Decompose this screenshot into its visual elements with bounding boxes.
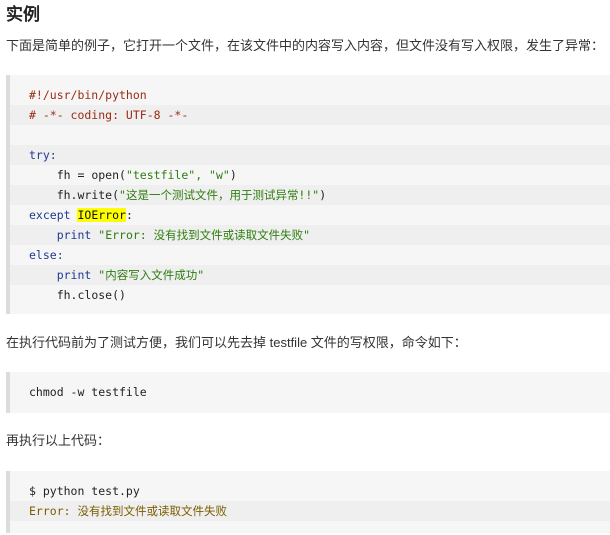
mid-paragraph: 在执行代码前为了测试方便，我们可以先去掉 testfile 文件的写权限，命令如… (6, 335, 467, 350)
code-block-python: #!/usr/bin/python # -*- coding: UTF-8 -*… (6, 75, 610, 314)
code-line-run: $ python test.py (29, 481, 610, 501)
try-keyword: try: (29, 148, 57, 162)
open-call: fh = open( (56, 168, 126, 182)
code-line-except: except IOError: (29, 205, 610, 225)
code-line-write: fh.write("这是一个测试文件，用于测试异常!!") (10, 185, 610, 205)
rerun-paragraph: 再执行以上代码： (6, 433, 111, 448)
code-block-output: $ python test.py Error: 没有找到文件或读取文件失败 (6, 471, 610, 533)
coding-comment: # -*- coding: UTF-8 -*- (29, 108, 189, 122)
else-keyword: else: (29, 248, 64, 262)
error-message: 没有找到文件或读取文件失败 (70, 504, 227, 518)
code-line-open: fh = open("testfile", "w") (29, 165, 610, 185)
code-line-print-success: print "内容写入文件成功" (10, 265, 610, 285)
chmod-command: chmod -w testfile (29, 385, 147, 399)
open-paren: ) (229, 168, 237, 182)
except-keyword: except (29, 208, 71, 222)
close-call: fh.close() (56, 288, 126, 302)
intro-paragraph: 下面是简单的例子，它打开一个文件，在该文件中的内容写入内容，但文件没有写入权限，… (6, 38, 605, 53)
code-line-else: else: (29, 245, 610, 265)
shebang-comment: #!/usr/bin/python (29, 88, 147, 102)
code-line-try: try: (10, 145, 610, 165)
code-line-coding: # -*- coding: UTF-8 -*- (10, 105, 610, 125)
code-block-chmod: chmod -w testfile (6, 372, 610, 413)
code-line-close: fh.close() (29, 285, 610, 305)
write-arg: "这是一个测试文件，用于测试异常!!" (119, 188, 320, 202)
print-keyword: print (56, 268, 92, 282)
write-paren: ) (319, 188, 327, 202)
run-command: $ python test.py (29, 484, 140, 498)
ioerror-highlight: IOError (77, 208, 126, 222)
code-line-shebang: #!/usr/bin/python (29, 85, 610, 105)
print-error-string: "Error: 没有找到文件或读取文件失败" (98, 228, 311, 242)
print-success-string: "内容写入文件成功" (98, 268, 205, 282)
code-line-chmod: chmod -w testfile (29, 382, 610, 402)
print-keyword: print (56, 228, 92, 242)
open-args: "testfile", "w" (125, 168, 230, 182)
code-line-error-output: Error: 没有找到文件或读取文件失败 (10, 501, 610, 521)
write-call: fh.write( (56, 188, 120, 202)
code-line-print-error: print "Error: 没有找到文件或读取文件失败" (10, 225, 610, 245)
section-heading: 实例 (6, 5, 40, 24)
except-colon: : (125, 208, 133, 222)
error-label: Error: (29, 504, 71, 518)
